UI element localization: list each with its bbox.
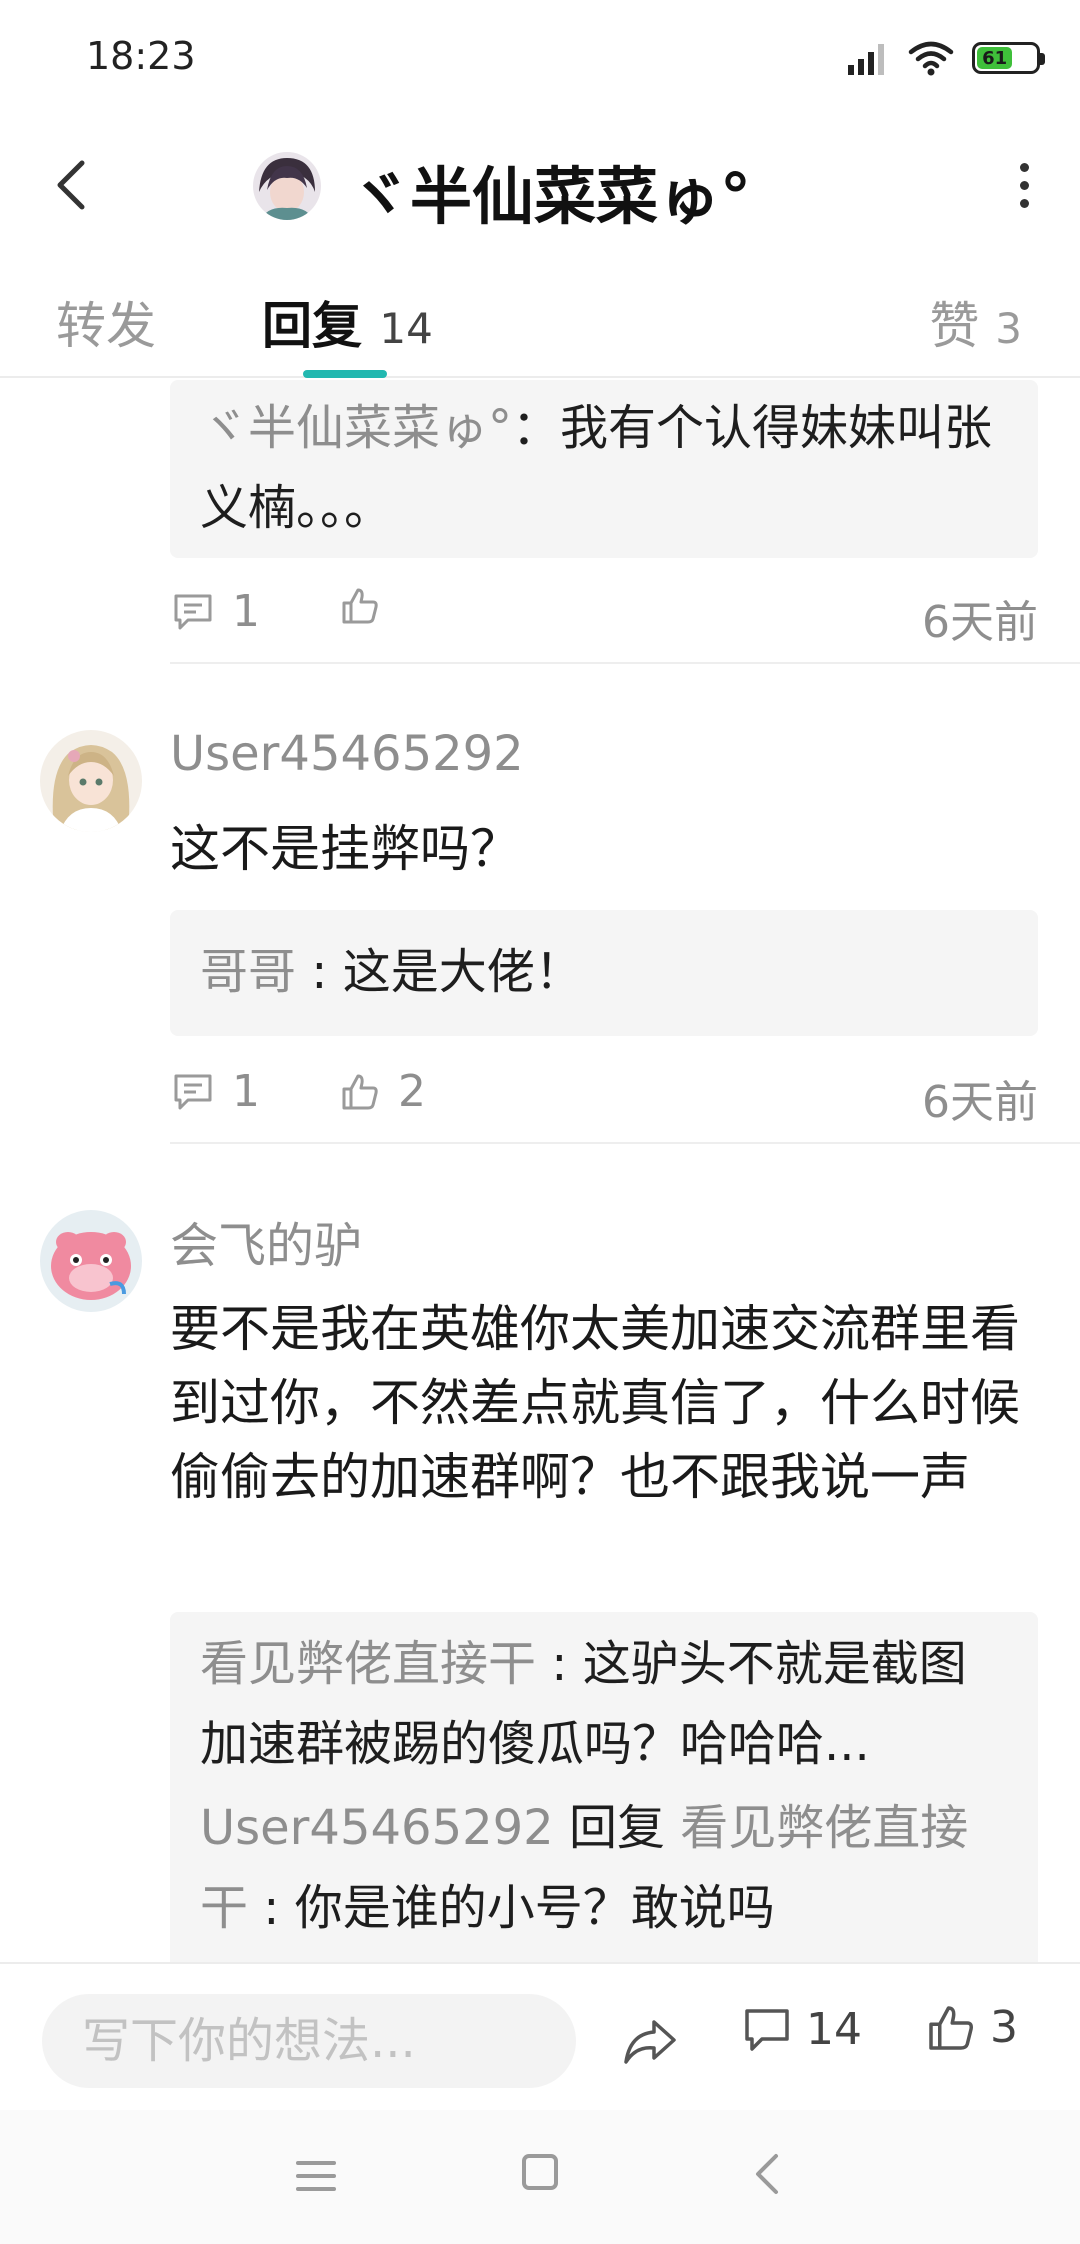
chevron-left-icon <box>756 2154 778 2194</box>
tab-reply-count: 14 <box>379 304 433 353</box>
comment-icon <box>174 594 212 629</box>
signal-icon <box>848 44 884 75</box>
divider <box>170 1142 1080 1144</box>
comment-text: 要不是我在英雄你太美加速交流群里看到过你，不然差点就真信了，什么时候偷偷去的加速… <box>170 1300 1020 1506</box>
more-options-button[interactable] <box>992 150 1056 220</box>
comment-icon <box>745 2008 789 2051</box>
back-button[interactable] <box>36 150 106 220</box>
tab-bar: 转发 回复 14 赞 3 <box>0 260 1080 378</box>
reply-word: 回复 <box>553 1800 681 1856</box>
quote-separator: : <box>296 944 343 1000</box>
status-icons: 61 <box>846 38 1045 78</box>
thumbs-up-icon <box>929 2005 973 2050</box>
quote-author[interactable]: 看见弊佬直接干 <box>200 1636 536 1692</box>
quote-author[interactable]: 哥哥 <box>200 944 296 1000</box>
quote-separator: ： <box>512 400 561 456</box>
battery-icon: 61 <box>972 42 1045 74</box>
comment-icon <box>174 1074 212 1109</box>
menu-line-icon <box>296 2161 336 2165</box>
reply-quote-box[interactable]: 哥哥 : 这是大佬！ <box>170 910 1038 1036</box>
reply-count: 1 <box>232 586 260 637</box>
comment-count: 14 <box>806 2004 862 2055</box>
menu-line-icon <box>296 2187 336 2191</box>
quote-author[interactable]: ヾ半仙菜菜ゅ° <box>200 400 512 456</box>
tab-reply[interactable]: 回复 14 <box>262 286 433 358</box>
reply-quote-box[interactable]: ヾ半仙菜菜ゅ°：我有个认得妹妹叫张义楠。。。 <box>170 380 1038 558</box>
quote-separator: : <box>248 1880 295 1936</box>
like-count: 2 <box>398 1066 426 1117</box>
thumbs-up-icon <box>342 1074 378 1109</box>
comment-time: 6天前 <box>922 597 1038 648</box>
share-button[interactable] <box>618 2010 682 2074</box>
commenter-username[interactable]: User45465292 <box>170 726 524 782</box>
quote-author[interactable]: User45465292 <box>200 1800 554 1856</box>
tab-forward[interactable]: 转发 <box>56 286 156 358</box>
quote-line: User45465292 回复 看见弊佬直接干 : 你是谁的小号？敢说吗 <box>200 1788 1008 1948</box>
avatar-image <box>253 152 321 220</box>
thumbs-up-icon <box>342 588 378 624</box>
commenter-avatar[interactable] <box>40 1210 142 1312</box>
like-button[interactable]: 2 <box>340 1066 426 1117</box>
comment-text: 这不是挂弊吗？ <box>170 820 520 878</box>
comment-time: 6天前 <box>922 1077 1038 1128</box>
battery-level: 61 <box>977 47 1013 69</box>
tab-forward-label: 转发 <box>56 297 156 355</box>
reply-count: 1 <box>232 1066 260 1117</box>
author-avatar[interactable] <box>253 152 321 220</box>
quote-text: 你是谁的小号？敢说吗 <box>294 1880 775 1936</box>
post-like-button[interactable]: 3 <box>926 2002 1018 2053</box>
commenter-avatar[interactable] <box>40 730 142 832</box>
status-time: 18:23 <box>86 34 196 78</box>
wifi-icon <box>908 41 954 76</box>
quote-text: 这是大佬！ <box>342 944 583 1000</box>
like-button[interactable] <box>340 586 398 626</box>
status-bar: 18:23 61 <box>0 0 1080 110</box>
bottom-action-bar: 14 3 <box>0 1962 1080 2110</box>
comment-count-button[interactable]: 14 <box>742 2004 862 2055</box>
quote-separator: : <box>536 1636 583 1692</box>
reply-quote-box[interactable]: 看见弊佬直接干 : 这驴头不就是截图加速群被踢的傻瓜吗？哈哈哈... User4… <box>170 1612 1038 1962</box>
reply-button[interactable]: 1 <box>172 586 260 637</box>
more-dot-icon <box>1019 162 1029 172</box>
recent-apps-button[interactable] <box>296 2156 336 2196</box>
home-button[interactable] <box>522 2154 558 2190</box>
tab-likes[interactable]: 赞 3 <box>929 286 1022 358</box>
tab-likes-label: 赞 <box>929 297 980 355</box>
reply-button[interactable]: 1 <box>172 1066 260 1117</box>
active-tab-indicator <box>303 370 387 378</box>
header: ヾ半仙菜菜ゅ° <box>0 110 1080 260</box>
tab-likes-count: 3 <box>995 304 1022 353</box>
more-dot-icon <box>1019 198 1029 208</box>
avatar-image <box>40 730 142 832</box>
comment-input[interactable] <box>42 1994 576 2088</box>
system-navigation-bar <box>0 2110 1080 2244</box>
avatar-image <box>40 1210 142 1312</box>
more-dot-icon <box>1019 180 1029 190</box>
share-icon <box>624 2020 676 2064</box>
menu-line-icon <box>296 2174 336 2178</box>
system-back-button[interactable] <box>748 2150 788 2198</box>
tab-reply-label: 回复 <box>262 297 362 355</box>
chevron-left-icon <box>57 160 85 210</box>
page-title: ヾ半仙菜菜ゅ° <box>348 160 752 233</box>
divider <box>170 662 1080 664</box>
commenter-username[interactable]: 会飞的驴 <box>170 1206 362 1276</box>
quote-line: 看见弊佬直接干 : 这驴头不就是截图加速群被踢的傻瓜吗？哈哈哈... <box>200 1624 1008 1784</box>
post-like-count: 3 <box>990 2002 1018 2053</box>
